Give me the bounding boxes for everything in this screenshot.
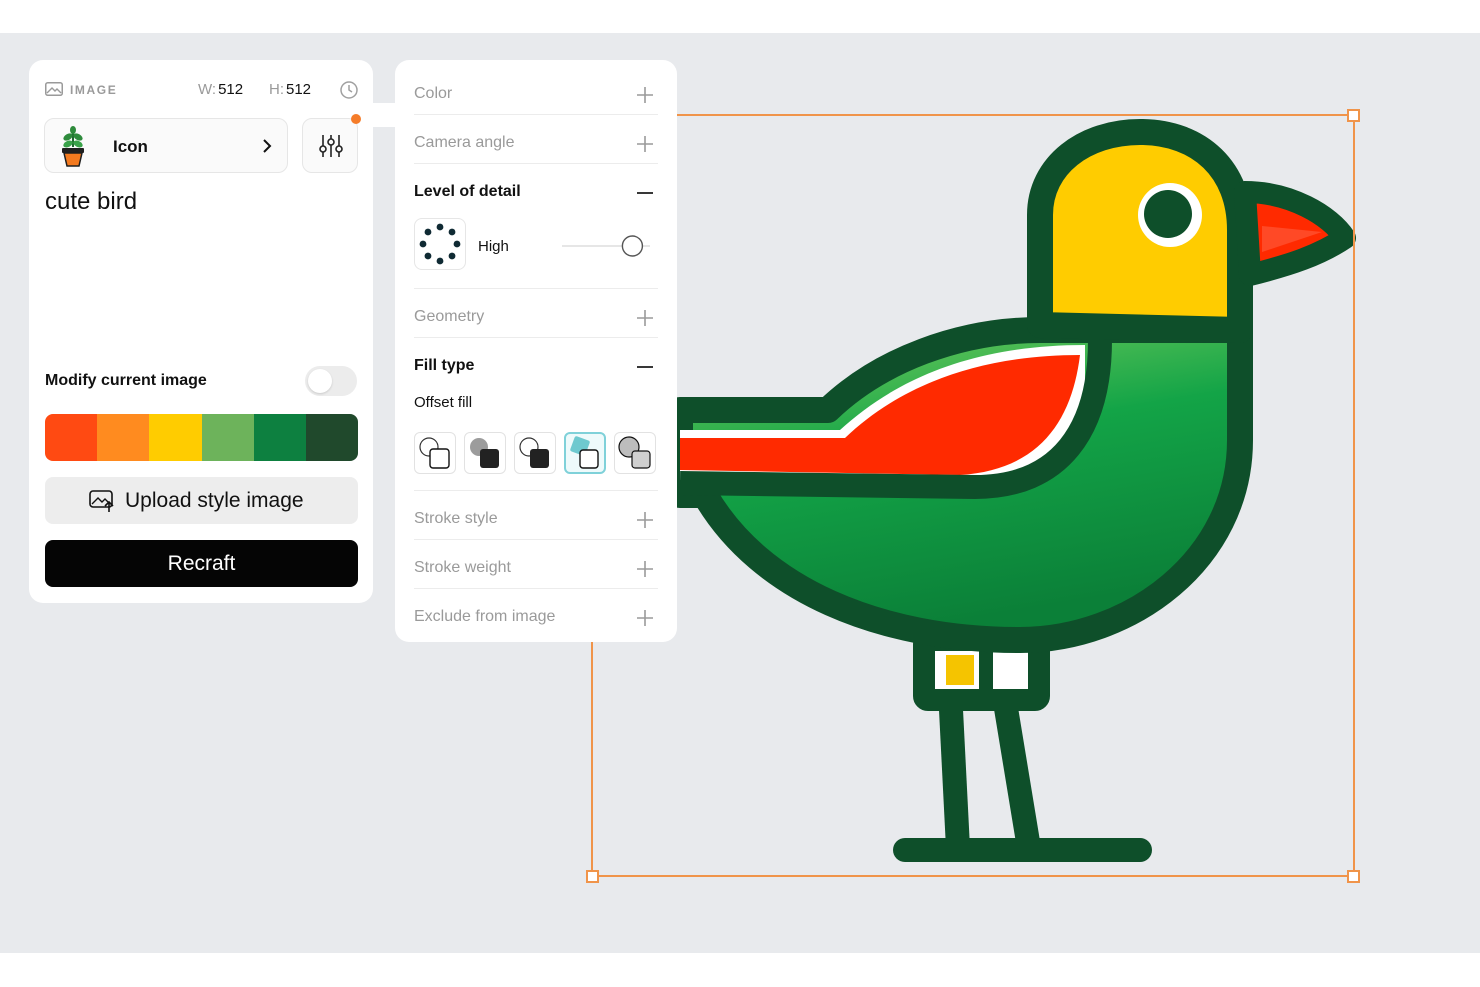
style-name: Icon <box>113 137 148 156</box>
height-readout[interactable]: H: 512 <box>269 81 311 98</box>
level-of-detail-row[interactable]: Level of detail <box>414 164 658 213</box>
palette-swatch[interactable] <box>201 414 254 461</box>
upload-label: Upload style image <box>125 489 304 512</box>
palette-swatch[interactable] <box>253 414 306 461</box>
upload-style-image-button[interactable]: Upload style image <box>45 477 358 524</box>
camera-angle-row[interactable]: Camera angle <box>414 115 658 164</box>
detail-slider[interactable] <box>560 231 652 261</box>
panel-connector <box>373 103 395 127</box>
width-readout[interactable]: W: 512 <box>198 81 243 98</box>
resize-handle-top-right[interactable] <box>1347 109 1360 122</box>
plus-icon[interactable] <box>636 560 654 578</box>
minus-icon[interactable] <box>636 358 654 376</box>
geometry-label: Geometry <box>414 308 485 325</box>
section-label: IMAGE <box>70 83 118 97</box>
fill-type-value: Offset fill <box>414 394 473 411</box>
panel-connector <box>373 176 395 476</box>
image-panel: IMAGE W: 512 H: 512 Icon cute bird Modif… <box>29 60 373 603</box>
chevron-right-icon <box>263 139 272 153</box>
fill-option-solid[interactable] <box>464 432 506 474</box>
palette-swatch[interactable] <box>305 414 358 461</box>
stroke-weight-label: Stroke weight <box>414 559 511 576</box>
modify-label: Modify current image <box>45 372 207 389</box>
width-value: 512 <box>218 81 244 98</box>
toggle-knob <box>308 369 332 393</box>
fill-option-outline[interactable] <box>414 432 456 474</box>
exclude-label: Exclude from image <box>414 608 556 625</box>
resize-handle-bottom-left[interactable] <box>586 870 599 883</box>
history-clock-icon[interactable] <box>339 80 359 100</box>
upload-image-icon <box>89 490 114 512</box>
fill-type-row[interactable]: Fill type <box>414 338 658 387</box>
plus-icon[interactable] <box>636 86 654 104</box>
sliders-icon <box>319 135 343 157</box>
color-label: Color <box>414 85 453 102</box>
settings-button[interactable] <box>302 114 361 173</box>
detail-value: High <box>478 238 509 255</box>
slider-knob[interactable] <box>621 235 644 257</box>
fill-type-label: Fill type <box>414 357 475 374</box>
geometry-row[interactable]: Geometry <box>414 289 658 338</box>
stroke-style-row[interactable]: Stroke style <box>414 491 658 540</box>
height-key: H: <box>269 81 284 98</box>
palette-swatch[interactable] <box>149 414 202 461</box>
level-of-detail-label: Level of detail <box>414 183 521 200</box>
height-value: 512 <box>286 81 312 98</box>
plus-icon[interactable] <box>636 511 654 529</box>
stroke-style-label: Stroke style <box>414 510 498 527</box>
stroke-weight-row[interactable]: Stroke weight <box>414 540 658 589</box>
camera-angle-label: Camera angle <box>414 134 515 151</box>
plus-icon[interactable] <box>636 309 654 327</box>
fill-option-offset[interactable] <box>564 432 606 474</box>
recraft-button[interactable]: Recraft <box>45 540 358 587</box>
resize-handle-bottom-right[interactable] <box>1347 870 1360 883</box>
minus-icon[interactable] <box>636 184 654 202</box>
palette-swatch[interactable] <box>97 414 150 461</box>
bird-illustration[interactable] <box>667 119 1356 862</box>
fill-type-options <box>414 432 658 478</box>
plus-icon[interactable] <box>636 609 654 627</box>
width-key: W: <box>198 81 217 98</box>
image-header: IMAGE W: 512 H: 512 <box>45 80 361 100</box>
palette-swatch[interactable] <box>45 414 98 461</box>
fill-option-shaded[interactable] <box>614 432 656 474</box>
detail-dots-icon <box>414 218 466 270</box>
settings-panel: Color Camera angle Level of detail High … <box>395 60 677 642</box>
fill-option-mixed[interactable] <box>514 432 556 474</box>
color-row[interactable]: Color <box>414 66 658 115</box>
modify-toggle[interactable] <box>305 366 357 396</box>
potted-plant-icon <box>62 126 84 167</box>
color-palette[interactable] <box>45 414 358 461</box>
detail-control: High <box>414 213 658 289</box>
exclude-from-image-row[interactable]: Exclude from image <box>414 589 658 638</box>
notification-dot <box>351 114 361 124</box>
plus-icon[interactable] <box>636 135 654 153</box>
prompt-text[interactable]: cute bird <box>45 188 137 216</box>
image-icon <box>45 82 63 96</box>
style-selector[interactable]: Icon <box>44 118 288 173</box>
